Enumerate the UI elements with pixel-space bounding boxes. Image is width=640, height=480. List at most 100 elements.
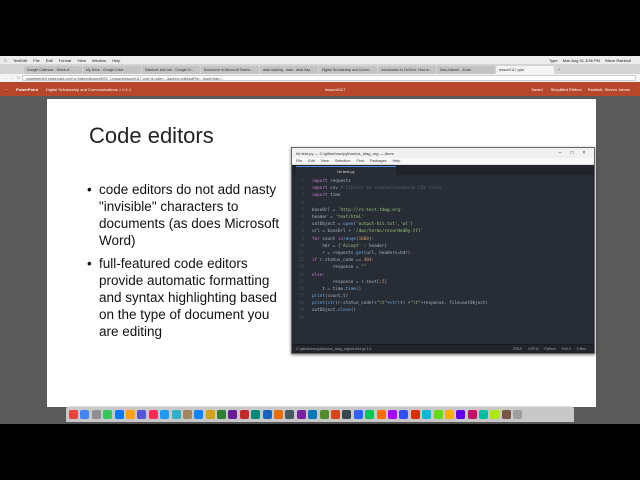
file-name[interactable]: lesson0117 [325,87,345,92]
dock-app-icon[interactable] [456,409,466,419]
dock-app-icon[interactable] [467,409,477,419]
files-status: 0 files [576,347,586,351]
dock-app-icon[interactable] [410,409,420,419]
browser-tab[interactable]: Rainbolt: tech lab - Google Dr... [142,66,200,74]
browser-tab[interactable]: Document in Microsoft Teams... [201,66,259,74]
dock-app-icon[interactable] [114,409,124,419]
code-line: 14 else: [298,272,325,278]
dock-app-icon[interactable] [342,409,352,419]
code-line: 4 [301,200,304,206]
minimize-icon: – [558,150,562,156]
dock-app-icon[interactable] [399,409,409,419]
dock-app-icon[interactable] [444,409,454,419]
dock-app-icon[interactable] [103,409,113,419]
dock-app-icon[interactable] [262,409,272,419]
code-line: 3 import time [301,193,341,199]
dock-app-icon[interactable] [376,409,386,419]
dock-app-icon[interactable] [433,409,443,419]
atom-window-title: hit-test.py — C:\github\rsc\python\os_td… [296,150,394,156]
dock-app-icon[interactable] [513,409,523,419]
browser-tab[interactable]: Mac Artwork - Zoom [437,66,495,74]
apple-menu-icon[interactable]:  [4,58,7,63]
dock-app-icon[interactable] [296,409,306,419]
menu-file[interactable]: File [33,58,39,63]
dock-app-icon[interactable] [228,409,238,419]
dock-app-icon[interactable] [125,409,135,419]
dock-app-icon[interactable] [365,409,375,419]
dock-app-icon[interactable] [80,409,90,419]
code-line: 16 t = time. time() [298,286,362,292]
dock-app-icon[interactable] [239,409,249,419]
bullet-list[interactable]: code editors do not add nasty "invisible… [87,181,287,346]
mac-dock [66,406,574,422]
dock-app-icon[interactable] [479,409,489,419]
code-line: 20 [298,315,304,321]
grammar: Python [544,347,556,351]
slide-title[interactable]: Code editors [89,123,214,149]
menu-window[interactable]: Window [92,58,106,63]
account-name[interactable]: Rainbolt, Steven James [588,87,630,92]
dock-app-icon[interactable] [137,409,147,419]
menu-app-name[interactable]: TextEdit [13,58,27,63]
powerpoint-brand[interactable]: PowerPoint [16,87,38,92]
dock-app-icon[interactable] [205,409,215,419]
app-launcher-icon[interactable]: ⋯ [4,87,8,92]
code-line: 7 outObject = open('output-hit.txt','wt') [301,222,413,228]
code-line: 2 import csv # library to read/write/pars… [301,186,442,192]
new-tab-button[interactable]: + [555,66,563,74]
atom-menu-bar: File Edit View Selection Find Packages H… [292,158,594,165]
menu-view[interactable]: View [77,58,86,63]
code-line: 8 url = baseUrl + '/dwc/terms/recordedBy.… [301,229,424,235]
breadcrumb[interactable]: Digital Scholarship and Communications >… [46,87,131,92]
menu-help[interactable]: Help [112,58,120,63]
atom-editor-screenshot[interactable]: hit-test.py — C:\github\rsc\python\os_td… [291,147,595,354]
browser-tab[interactable]: Digital Scholarship and Comm... [319,66,377,74]
dock-app-icon[interactable] [353,409,363,419]
menu-format[interactable]: Format [59,58,72,63]
dock-app-icon[interactable] [182,409,192,419]
menu-edit[interactable]: Edit [46,58,53,63]
save-status: Saved [531,86,543,92]
dock-app-icon[interactable] [171,409,181,419]
dock-app-icon[interactable] [69,409,78,419]
browser-tab[interactable]: data hacking - data - what day... [260,66,318,74]
dock-app-icon[interactable] [422,409,432,419]
browser-tab[interactable]: Introduction to DoTech: How to... [378,66,436,74]
bullet-item[interactable]: full-featured code editors provide autom… [87,255,287,340]
simplified-ribbon-toggle[interactable]: Simplified Ribbon [551,87,582,92]
dock-app-icon[interactable] [194,409,204,419]
mac-menu-bar:  TextEdit File Edit Format View Window … [0,56,640,64]
url-input[interactable]: unicefeeb3e0.sharepoint.com/:p:/r/sites/… [22,75,636,81]
dock-app-icon[interactable] [490,409,500,419]
dock-app-icon[interactable] [251,409,261,419]
dock-app-icon[interactable] [308,409,318,419]
maximize-icon: □ [570,150,574,156]
git-status: Pull 4 [561,347,571,351]
user-name[interactable]: Steve Rainbolt [605,58,631,63]
dock-app-icon[interactable] [160,409,170,419]
dock-app-icon[interactable] [217,409,227,419]
browser-tab-active[interactable]: lesson0117.pptx [496,66,554,74]
atom-status-bar: C:\github\rsc\python\os_tdag_org\hit-tes… [292,344,594,353]
dock-app-icon[interactable] [387,409,397,419]
atom-menu-item: Find [356,159,364,163]
slide-canvas[interactable]: Code editors code editors do not add nas… [47,99,596,407]
address-bar-row: ← → ↻ unicefeeb3e0.sharepoint.com/:p:/r/… [0,74,640,82]
nav-arrows-icon[interactable]: ← → ↻ [4,76,22,80]
dock-app-icon[interactable] [319,409,329,419]
input-source[interactable]: Type [549,58,558,63]
bullet-item[interactable]: code editors do not add nasty "invisible… [87,181,287,249]
screen:  TextEdit File Edit Format View Window … [0,56,640,424]
powerpoint-header: ⋯ PowerPoint Digital Scholarship and Com… [0,82,640,96]
atom-status-path: C:\github\rsc\python\os_tdag_org\hit-tes… [296,347,372,351]
browser-tab[interactable]: Google Calendar - Week of ... [24,66,82,74]
dock-app-icon[interactable] [274,409,284,419]
dock-app-icon[interactable] [330,409,340,419]
dock-app-icon[interactable] [148,409,158,419]
atom-menu-item: Help [392,159,401,163]
dock-app-icon[interactable] [91,409,101,419]
dock-app-icon[interactable] [285,409,295,419]
clock[interactable]: Mon Aug 31 3:56 PM [563,58,600,63]
dock-app-icon[interactable] [501,409,511,419]
browser-tab[interactable]: My Drive - Google Drive [83,66,141,74]
